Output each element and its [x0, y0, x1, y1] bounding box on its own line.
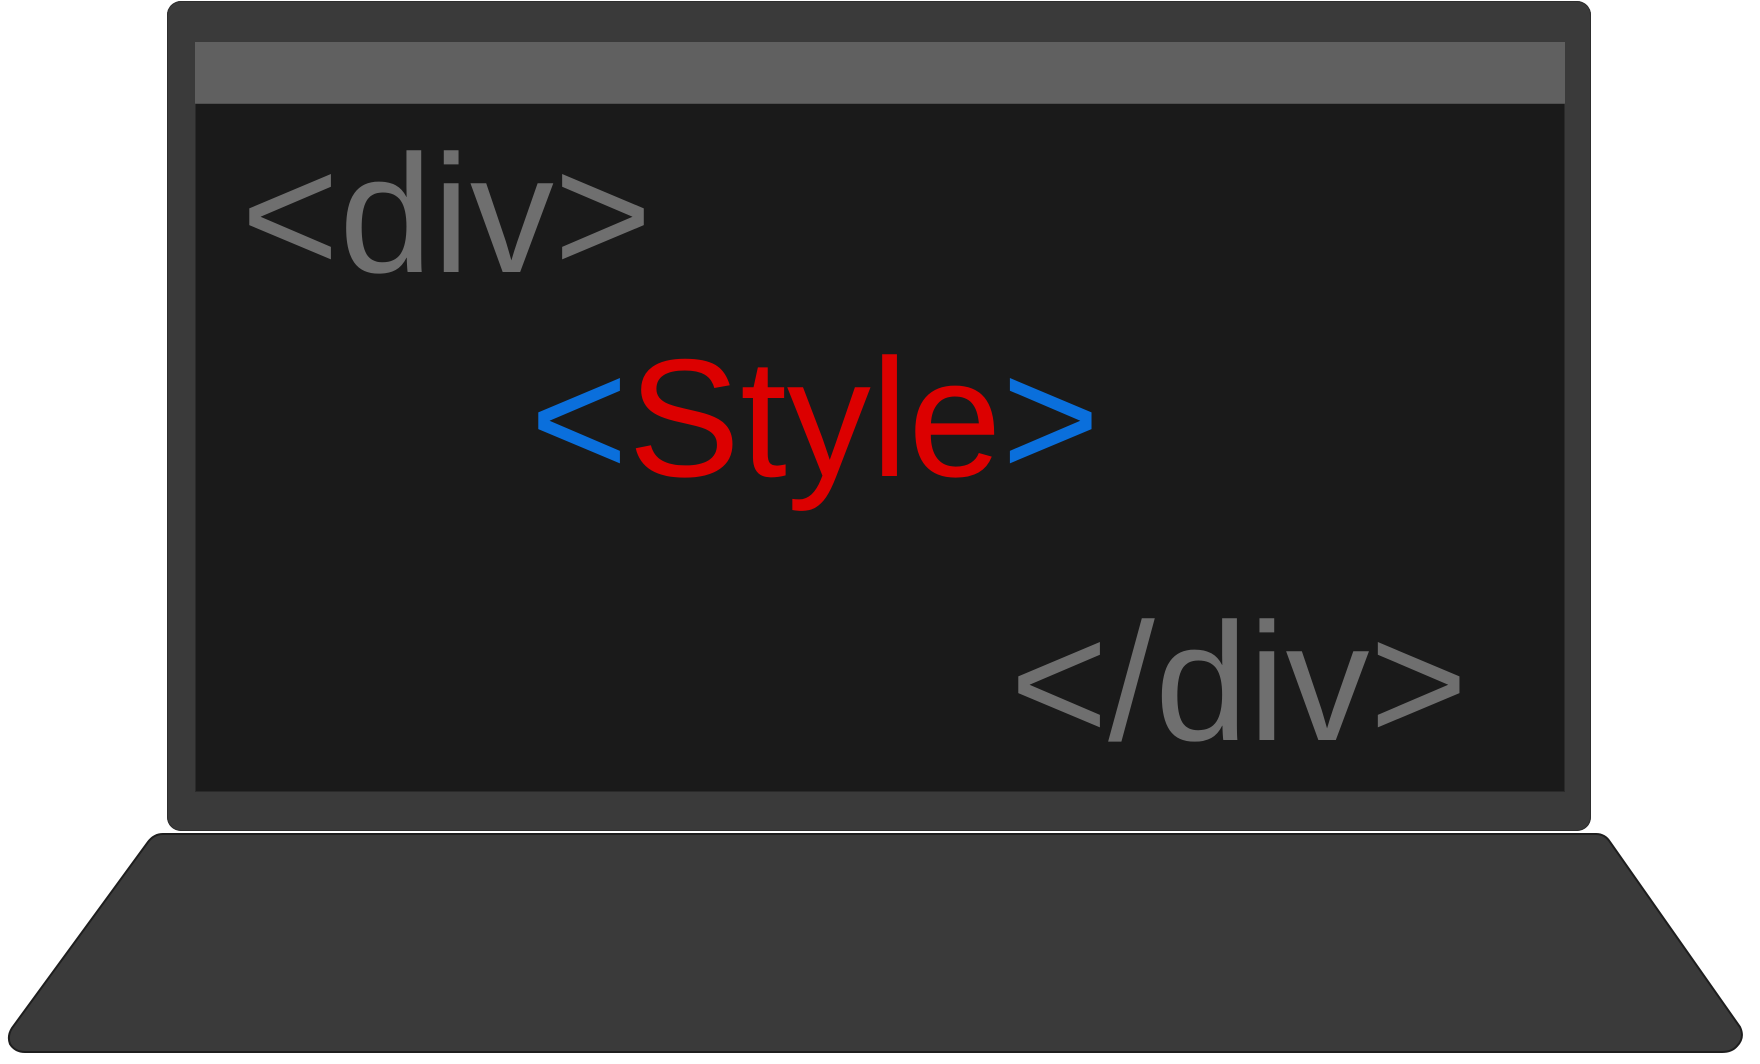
laptop-base-body [7, 833, 1743, 1053]
laptop-base [7, 833, 1743, 1053]
